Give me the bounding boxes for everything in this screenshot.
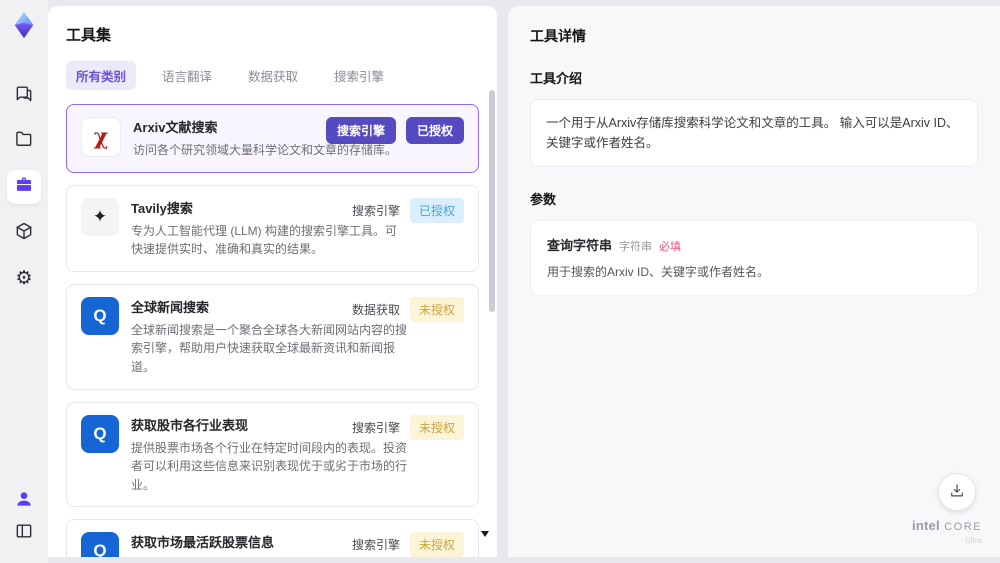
category-badge: 数据获取 (351, 302, 400, 317)
auth-status-badge: 未授权 (409, 414, 464, 440)
intro-heading: 工具介绍 (530, 71, 583, 86)
tool-card[interactable]: Q获取市场最活跃股票信息提供当天交易量最高的股票列表。投资者可以利用这些信息来识… (66, 519, 479, 557)
category-tabs: 所有类别 语言翻译 数据获取 搜索引擎 (66, 61, 479, 90)
sidebar-item-settings[interactable]: ⚙ (7, 262, 41, 296)
category-badge: 搜索引擎 (325, 117, 396, 144)
tool-badges: 搜索引擎 未授权 (352, 532, 464, 557)
tools-panel-title: 工具集 (66, 27, 112, 44)
download-button[interactable] (938, 473, 976, 511)
params-heading: 参数 (530, 192, 557, 207)
tool-description: 专为人工智能代理 (LLM) 构建的搜索引擎工具。可快速提供实时、准确和真实的结… (131, 223, 398, 257)
details-panel-title: 工具详情 (530, 28, 586, 44)
chat-icon (14, 83, 34, 108)
param-head: 查询字符串 字符串 必填 (547, 235, 961, 254)
app-logo-icon (7, 8, 41, 42)
qblue-icon: Q (81, 414, 119, 453)
qblue-icon: Q (81, 296, 119, 335)
intel-core-logo: intel CORE Ultra (912, 517, 982, 545)
tool-intro-text: 一个用于从Arxiv存储库搜索科学论文和文章的工具。 输入可以是Arxiv ID… (530, 99, 978, 167)
tool-card[interactable]: ✦ Tavily搜索 专为人工智能代理 (LLM) 构建的搜索引擎工具。可快速提供实… (66, 184, 479, 272)
auth-status-badge: 已授权 (405, 117, 464, 144)
params-card: 查询字符串 字符串 必填用于搜索的Arxiv ID、关键字或作者姓名。 (530, 220, 978, 296)
param-item: 查询字符串 字符串 必填用于搜索的Arxiv ID、关键字或作者姓名。 (547, 235, 961, 281)
category-tab-3[interactable]: 搜索引擎 (324, 61, 394, 90)
sidebar: ⚙ (0, 0, 48, 563)
content-area: 工具集 所有类别 语言翻译 数据获取 搜索引擎 χ Arxiv文献搜索 访问各个研究领域大… (48, 0, 1000, 557)
category-badge: 搜索引擎 (351, 203, 400, 218)
tools-panel: 工具集 所有类别 语言翻译 数据获取 搜索引擎 χ Arxiv文献搜索 访问各个研究领域大… (48, 6, 497, 557)
brand-sub: Ultra (965, 536, 982, 545)
folder-icon (14, 129, 34, 154)
scroll-down-arrow-icon[interactable] (481, 531, 489, 537)
tavily-icon: ✦ (81, 197, 119, 236)
auth-status-badge: 已授权 (409, 197, 464, 223)
scrollbar[interactable] (489, 90, 495, 550)
sidebar-item-chat[interactable] (7, 78, 41, 112)
param-required-badge: 必填 (659, 241, 682, 253)
auth-status-badge: 未授权 (409, 532, 464, 557)
category-tab-1[interactable]: 语言翻译 (152, 61, 222, 90)
cube-icon (14, 221, 34, 246)
category-tab-0[interactable]: 所有类别 (66, 61, 137, 90)
param-description: 用于搜索的Arxiv ID、关键字或作者姓名。 (547, 265, 770, 279)
brand-secondary: CORE (944, 521, 982, 533)
app-root: ⚙ 工具集 所有类别 语言翻译 数据获取 搜索引擎 χ Arxiv文献搜索 访问各个研究领… (0, 0, 1000, 563)
tool-card[interactable]: Q 获取股市各行业表现 提供股票市场各个行业在特定时间段内的表现。投资者可以利用这些… (66, 401, 479, 508)
scrollbar-thumb[interactable] (489, 90, 495, 312)
param-type: 字符串 (619, 241, 653, 253)
briefcase-icon (14, 175, 34, 200)
user-icon (14, 489, 34, 514)
param-name: 查询字符串 (547, 238, 613, 253)
gear-icon: ⚙ (15, 268, 33, 289)
brand-primary: intel (912, 518, 940, 533)
arxiv-icon: χ (81, 117, 121, 157)
auth-status-badge: 未授权 (409, 296, 464, 322)
tool-card[interactable]: Q 全球新闻搜索 全球新闻搜索是一个聚合全球各大新闻网站内容的搜索引擎，帮助用户快速… (66, 283, 479, 390)
category-tab-2[interactable]: 数据获取 (238, 61, 308, 90)
tool-badges: 搜索引擎 已授权 (351, 197, 464, 223)
qblue-icon: Q (81, 532, 119, 557)
tool-badges: 搜索引擎 未授权 (351, 414, 464, 440)
tool-card[interactable]: χ Arxiv文献搜索 访问各个研究领域大量科学论文和文章的存储库。 搜索引擎 已授权 (66, 104, 479, 173)
download-icon (948, 482, 966, 503)
panel-icon (14, 521, 34, 546)
category-badge: 搜索引擎 (351, 538, 400, 553)
sidebar-item-files[interactable] (7, 124, 41, 158)
sidebar-nav: ⚙ (7, 78, 41, 296)
sidebar-item-profile[interactable] (10, 487, 38, 515)
tool-description: 全球新闻搜索是一个聚合全球各大新闻网站内容的搜索引擎，帮助用户快速获取全球最新资… (131, 322, 408, 374)
tool-badges: 搜索引擎 已授权 (325, 117, 464, 144)
sidebar-item-models[interactable] (7, 216, 41, 250)
sidebar-bottom (10, 487, 38, 563)
sidebar-item-tools[interactable] (7, 170, 41, 204)
tool-card-list: χ Arxiv文献搜索 访问各个研究领域大量科学论文和文章的存储库。 搜索引擎 已授权 ✦… (66, 104, 479, 557)
sidebar-item-collapse[interactable] (10, 519, 38, 547)
category-badge: 搜索引擎 (351, 420, 400, 435)
details-panel: 工具详情 工具介绍 一个用于从Arxiv存储库搜索科学论文和文章的工具。 输入可… (508, 6, 1000, 557)
tool-description: 提供股票市场各个行业在特定时间段内的表现。投资者可以利用这些信息来识别表现优于或… (131, 440, 408, 492)
tool-badges: 数据获取 未授权 (351, 296, 464, 322)
